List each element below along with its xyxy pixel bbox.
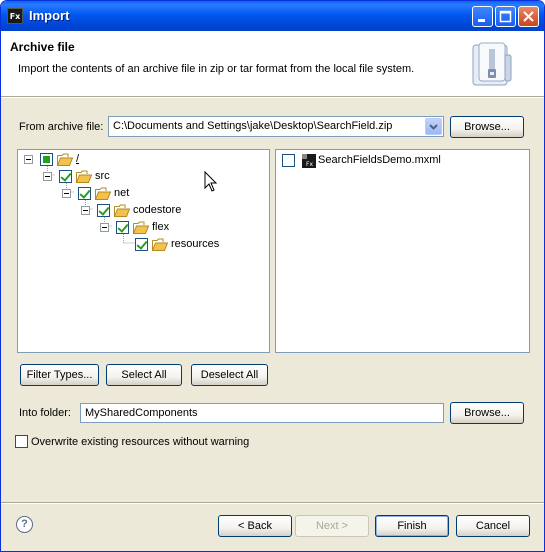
folder-open-icon: [133, 221, 149, 234]
tree-checkbox[interactable]: [97, 204, 110, 217]
combo-dropdown-button[interactable]: [425, 118, 442, 135]
next-button[interactable]: Next >: [295, 515, 369, 537]
file-item[interactable]: Fx SearchFieldsDemo.mxml: [282, 153, 482, 169]
svg-text:Fx: Fx: [306, 161, 313, 168]
minimize-button[interactable]: [472, 6, 493, 27]
collapse-icon[interactable]: [100, 223, 109, 232]
tree-checkbox[interactable]: [116, 221, 129, 234]
archive-file-combo[interactable]: C:\Documents and Settings\jake\Desktop\S…: [108, 116, 444, 137]
tree-node[interactable]: codestore: [18, 203, 268, 219]
close-button[interactable]: [518, 6, 539, 27]
maximize-button[interactable]: [495, 6, 516, 27]
folder-open-icon: [95, 187, 111, 200]
archive-file-label: From archive file:: [19, 121, 104, 133]
tree-checkbox[interactable]: [135, 238, 148, 251]
maximize-icon: [499, 10, 512, 23]
archive-browse-button[interactable]: Browse...: [450, 116, 524, 138]
filter-types-button[interactable]: Filter Types...: [20, 364, 99, 386]
chevron-down-icon: [429, 124, 438, 130]
folder-open-icon: [114, 204, 130, 217]
window-title: Import: [29, 8, 70, 23]
wizard-banner: Archive file Import the contents of an a…: [1, 31, 544, 97]
cancel-button[interactable]: Cancel: [456, 515, 530, 537]
tree-node-label: resources: [171, 238, 220, 250]
page-description: Import the contents of an archive file i…: [18, 63, 415, 75]
tree-checkbox[interactable]: [78, 187, 91, 200]
select-all-button[interactable]: Select All: [106, 364, 182, 386]
collapse-icon[interactable]: [62, 189, 71, 198]
tree-node[interactable]: resources: [18, 237, 268, 253]
archive-file-icon: [472, 42, 512, 86]
help-icon[interactable]: ?: [16, 516, 33, 533]
into-folder-field[interactable]: [80, 403, 444, 423]
archive-file-path: C:\Documents and Settings\jake\Desktop\S…: [113, 120, 393, 132]
page-title: Archive file: [10, 40, 75, 54]
collapse-icon[interactable]: [24, 155, 33, 164]
tree-node-label: flex: [152, 221, 170, 233]
minimize-icon: [478, 19, 485, 22]
footer-divider: [1, 502, 544, 504]
title-bar[interactable]: Fx Import: [1, 1, 544, 31]
mxml-file-icon: Fx: [302, 154, 316, 168]
folder-open-icon: [152, 238, 168, 251]
tree-node[interactable]: net: [18, 186, 268, 202]
deselect-all-button[interactable]: Deselect All: [191, 364, 268, 386]
tree-checkbox[interactable]: [59, 170, 72, 183]
tree-node-label: net: [114, 187, 130, 199]
collapse-icon[interactable]: [81, 206, 90, 215]
file-checkbox[interactable]: [282, 154, 295, 167]
tree-node[interactable]: src: [18, 169, 268, 185]
import-dialog: Fx Import Archive file Import the conten…: [0, 0, 545, 552]
overwrite-label[interactable]: Overwrite existing resources without war…: [31, 436, 249, 448]
folder-browse-button[interactable]: Browse...: [450, 402, 524, 424]
into-folder-input[interactable]: [81, 404, 443, 422]
overwrite-checkbox[interactable]: [15, 435, 28, 448]
mouse-cursor-icon: [204, 171, 218, 192]
banner-divider: [1, 97, 544, 99]
folder-open-icon: [76, 170, 92, 183]
flex-app-icon: Fx: [7, 8, 23, 24]
into-folder-label: Into folder:: [19, 407, 71, 419]
tree-node-label: /: [76, 153, 80, 165]
back-button[interactable]: < Back: [218, 515, 292, 537]
collapse-icon[interactable]: [43, 172, 52, 181]
close-icon: [523, 11, 534, 22]
tree-node-label: codestore: [133, 204, 182, 216]
tree-node-label: src: [95, 170, 110, 182]
file-name: SearchFieldsDemo.mxml: [318, 154, 441, 166]
tree-node[interactable]: /: [18, 152, 268, 168]
tree-checkbox[interactable]: [40, 153, 53, 166]
finish-button[interactable]: Finish: [375, 515, 449, 537]
folder-open-icon: [57, 153, 73, 166]
folder-tree[interactable]: / src net codestore flex resources: [17, 149, 270, 353]
file-list[interactable]: Fx SearchFieldsDemo.mxml: [275, 149, 530, 353]
tree-node[interactable]: flex: [18, 220, 268, 236]
